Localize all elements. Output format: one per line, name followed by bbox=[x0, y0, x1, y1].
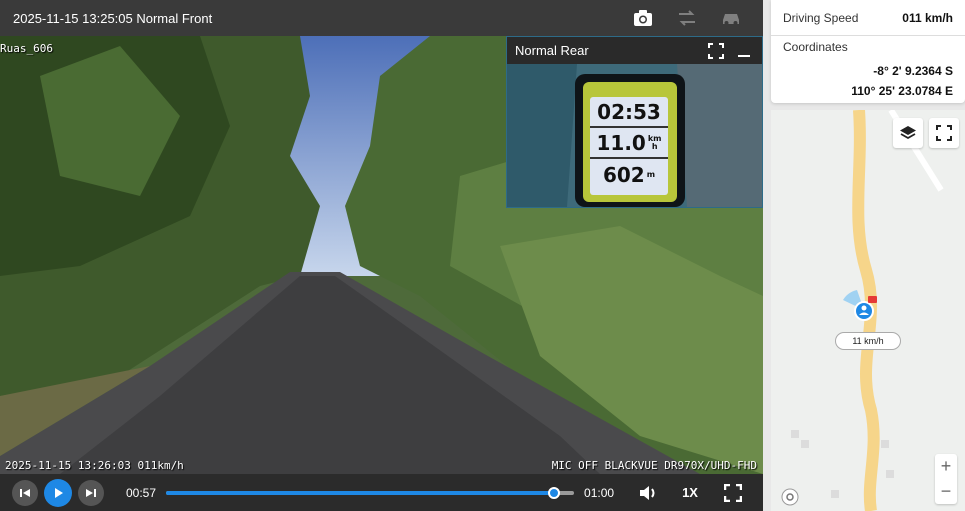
compass-icon[interactable] bbox=[781, 488, 799, 506]
driving-speed-row: Driving Speed 011 km/h bbox=[771, 0, 965, 36]
gps-speed-unit-bottom: h bbox=[651, 141, 658, 151]
zoom-out-button[interactable]: − bbox=[935, 479, 957, 504]
gps-distance-unit: m bbox=[646, 169, 656, 179]
gps-time: 02:53 bbox=[597, 99, 661, 124]
longitude-value: 110° 25' 23.0784 E bbox=[851, 84, 953, 98]
rear-camera-image: 02:53 11.0 km h 602 m bbox=[507, 64, 762, 207]
volume-icon[interactable] bbox=[638, 484, 658, 502]
gps-speed: 11.0 bbox=[596, 130, 646, 155]
trip-info-card: Driving Speed 011 km/h Coordinates -8° 2… bbox=[771, 0, 965, 103]
seek-bar-fill bbox=[166, 490, 554, 495]
vehicle-marker-icon[interactable] bbox=[839, 288, 889, 328]
gps-time-row: 02:53 bbox=[590, 97, 668, 128]
fullscreen-icon[interactable] bbox=[723, 483, 742, 502]
map-fullscreen-icon[interactable] bbox=[929, 118, 959, 148]
coordinates-label: Coordinates bbox=[783, 40, 848, 54]
gps-distance: 602 bbox=[602, 162, 645, 187]
playback-controls: 00:57 01:00 1X bbox=[0, 474, 763, 511]
camera-icon[interactable] bbox=[631, 6, 655, 30]
latitude-value: -8° 2' 9.2364 S bbox=[873, 64, 953, 78]
playback-speed-button[interactable]: 1X bbox=[682, 485, 698, 500]
front-video-view[interactable]: Ruas_606 2025-11-15 13:26:03 011km/h MIC… bbox=[0, 36, 763, 474]
current-time: 00:57 bbox=[126, 485, 157, 500]
car-icon[interactable] bbox=[719, 6, 743, 30]
dashcam-viewer: 2025-11-15 13:25:05 Normal Front Ruas_60… bbox=[0, 0, 965, 511]
right-panel: Driving Speed 011 km/h Coordinates -8° 2… bbox=[763, 0, 965, 511]
gps-distance-row: 602 m bbox=[590, 159, 668, 190]
device-overlay: MIC OFF BLACKVUE DR970X/UHD-FHD bbox=[551, 459, 757, 472]
top-bar: 2025-11-15 13:25:05 Normal Front bbox=[0, 0, 763, 36]
gps-speed-row: 11.0 km h bbox=[590, 128, 668, 159]
seek-bar-handle[interactable] bbox=[547, 486, 560, 499]
pip-title: Normal Rear bbox=[515, 43, 589, 58]
driving-speed-value: 011 km/h bbox=[902, 10, 953, 25]
play-button[interactable] bbox=[44, 478, 72, 507]
rear-camera-pip[interactable]: Normal Rear 02:53 11.0 km h 602 m bbox=[506, 36, 763, 208]
driving-speed-label: Driving Speed bbox=[783, 10, 859, 25]
timestamp-overlay: 2025-11-15 13:26:03 011km/h bbox=[5, 459, 184, 472]
pip-header: Normal Rear bbox=[507, 37, 762, 64]
zoom-control: + − bbox=[935, 454, 957, 504]
swap-icon[interactable] bbox=[675, 6, 699, 30]
map-speed-label: 11 km/h bbox=[835, 332, 901, 350]
channel-tag: Ruas_606 bbox=[0, 42, 53, 55]
map-view[interactable]: 11 km/h + − bbox=[771, 110, 965, 511]
end-time: 01:00 bbox=[584, 485, 615, 500]
layers-icon[interactable] bbox=[893, 118, 923, 148]
expand-icon[interactable] bbox=[706, 41, 726, 61]
previous-button[interactable] bbox=[12, 479, 38, 506]
video-title: 2025-11-15 13:25:05 Normal Front bbox=[13, 10, 213, 26]
minimize-icon[interactable] bbox=[734, 41, 754, 61]
bike-computer-display: 02:53 11.0 km h 602 m bbox=[590, 97, 668, 195]
zoom-in-button[interactable]: + bbox=[935, 454, 957, 479]
next-button[interactable] bbox=[78, 479, 104, 506]
seek-bar[interactable] bbox=[166, 486, 575, 499]
